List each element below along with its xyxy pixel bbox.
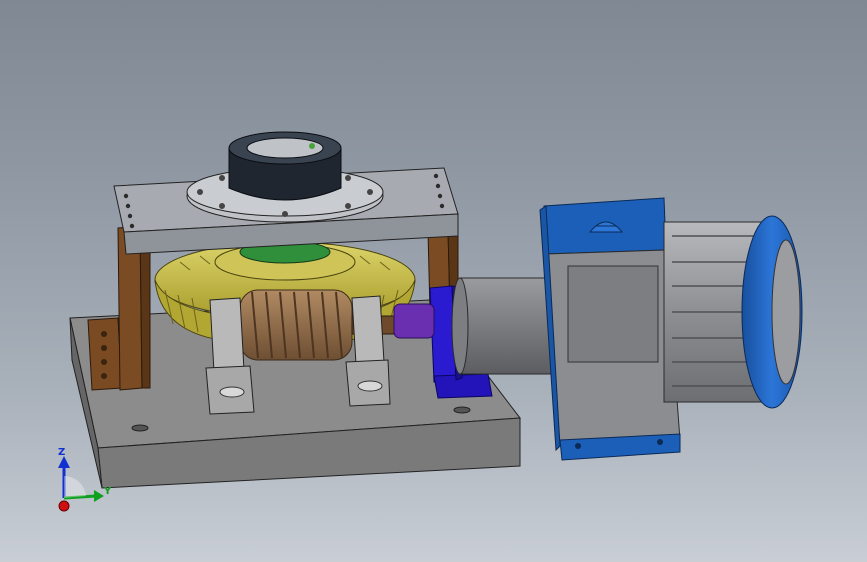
flange-hub[interactable] (186, 131, 384, 223)
triad-y-label: Y (103, 486, 112, 497)
cad-viewport[interactable]: Z Y (0, 0, 867, 562)
motor-shaft-housing[interactable] (451, 277, 561, 375)
gearbox[interactable] (539, 197, 681, 461)
motor-body[interactable] (663, 215, 803, 409)
coupling[interactable] (393, 303, 435, 339)
triad-z-label: Z (58, 447, 65, 458)
